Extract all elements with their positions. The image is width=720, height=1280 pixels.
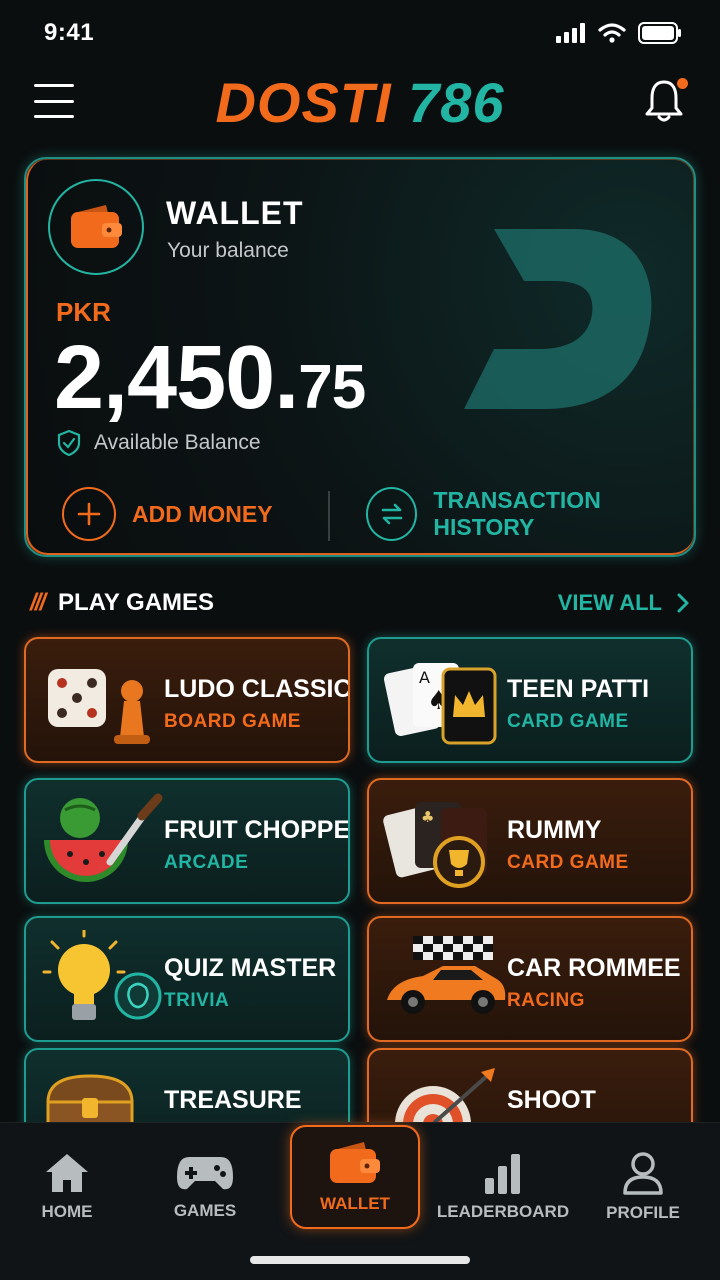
game-category: CARD GAME <box>507 852 629 873</box>
game-card-teen-patti[interactable]: A ♠ TEEN PATTI CARD GAME <box>367 637 693 763</box>
status-icons <box>556 22 682 44</box>
available-balance: Available Balance <box>56 429 261 457</box>
section-title-text: PLAY GAMES <box>58 589 215 616</box>
game-name: SHOOT <box>507 1086 596 1114</box>
transaction-history-button[interactable]: TRANSACTION HISTORY <box>366 487 694 541</box>
game-card-car-rommee[interactable]: CAR ROMMEE RACING <box>367 916 693 1042</box>
nav-label: GAMES <box>173 1201 237 1220</box>
app-header: DOSTI 786 <box>0 66 720 146</box>
bar-chart-icon <box>485 1154 520 1194</box>
brand-d-logo-icon <box>464 229 652 409</box>
balance-amount: 2,450.75 <box>54 327 366 430</box>
game-card-ludo-classic[interactable]: LUDO CLASSIC BOARD GAME <box>24 637 350 763</box>
game-name: QUIZ MASTER <box>164 954 337 982</box>
nav-leaderboard[interactable]: LEADERBOARD <box>436 1137 570 1237</box>
nav-label: WALLET <box>320 1194 390 1213</box>
game-name: CAR ROMMEE <box>507 954 681 982</box>
view-all-label: VIEW ALL <box>557 590 662 615</box>
nav-wallet[interactable]: WALLET <box>290 1125 420 1229</box>
game-name: RUMMY <box>507 816 602 844</box>
wallet-subtitle: Your balance <box>167 239 289 262</box>
game-name: LUDO CLASSIC <box>164 675 350 703</box>
wallet-title: WALLET <box>166 195 304 231</box>
game-category: RACING <box>507 990 585 1011</box>
home-icon <box>46 1154 88 1192</box>
available-balance-label: Available Balance <box>94 431 261 454</box>
chevron-right-icon <box>677 593 689 613</box>
nav-games[interactable]: GAMES <box>140 1137 270 1237</box>
swap-arrows-icon <box>366 487 418 541</box>
nav-label: LEADERBOARD <box>436 1202 570 1221</box>
cards-crown-icon: A ♠ <box>383 663 497 745</box>
home-indicator[interactable] <box>250 1256 470 1264</box>
game-card-fruit-chopper[interactable]: FRUIT CHOPPER ARCADE <box>24 778 350 904</box>
game-name: TREASURE <box>164 1086 302 1114</box>
watermelon-knife-icon <box>44 793 163 882</box>
dice-icon <box>48 669 150 744</box>
game-category: ARCADE <box>164 852 249 873</box>
battery-icon <box>638 22 681 44</box>
game-category: CARD GAME <box>507 711 629 732</box>
game-category: TRIVIA <box>164 990 230 1011</box>
action-divider <box>328 491 330 541</box>
wallet-icon <box>330 1142 380 1183</box>
game-card-quiz-master[interactable]: QUIZ MASTER TRIVIA <box>24 916 350 1042</box>
gamepad-icon <box>177 1157 233 1190</box>
wallet-card: WALLET Your balance PKR 2,450.75 Availab… <box>24 157 696 557</box>
add-money-label: ADD MONEY <box>132 500 273 527</box>
transaction-history-label: TRANSACTION HISTORY <box>433 487 601 540</box>
shield-check-icon <box>57 429 81 457</box>
view-all-link[interactable]: VIEW ALL <box>558 590 690 616</box>
svg-text:A: A <box>419 668 430 687</box>
logo-text-primary: DOSTI <box>215 71 392 134</box>
status-bar: 9:41 <box>0 0 720 66</box>
lightbulb-icon <box>42 930 162 1020</box>
notification-bell-icon[interactable] <box>644 78 688 124</box>
add-money-button[interactable]: ADD MONEY <box>62 487 273 541</box>
race-car-icon <box>387 936 506 1014</box>
profile-icon <box>623 1152 663 1195</box>
game-name: TEEN PATTI <box>507 675 650 703</box>
logo-text-secondary: 786 <box>408 71 505 134</box>
slashes-icon: /// <box>30 589 46 616</box>
status-time: 9:41 <box>44 19 95 46</box>
section-title: /// PLAY GAMES <box>30 589 214 617</box>
nav-label: HOME <box>41 1202 93 1221</box>
game-category: BOARD GAME <box>164 711 301 732</box>
notification-dot <box>677 78 688 89</box>
wifi-icon <box>598 23 626 43</box>
plus-icon <box>62 487 116 541</box>
cards-trophy-icon: ♣ <box>383 802 487 888</box>
currency-label: PKR <box>56 297 111 327</box>
nav-label: PROFILE <box>606 1203 680 1222</box>
balance-decimal: 75 <box>298 353 366 422</box>
game-card-rummy[interactable]: ♣ RUMMY CARD GAME <box>367 778 693 904</box>
nav-profile[interactable]: PROFILE <box>578 1137 708 1237</box>
balance-main: 2,450. <box>54 328 299 428</box>
signal-icon <box>556 23 585 43</box>
wallet-icon <box>48 179 144 275</box>
app-logo: DOSTI 786 <box>0 70 720 135</box>
nav-home[interactable]: HOME <box>2 1137 132 1237</box>
play-games-header: /// PLAY GAMES VIEW ALL <box>30 585 690 621</box>
svg-text:♣: ♣ <box>421 808 434 826</box>
game-name: FRUIT CHOPPER <box>164 816 350 844</box>
